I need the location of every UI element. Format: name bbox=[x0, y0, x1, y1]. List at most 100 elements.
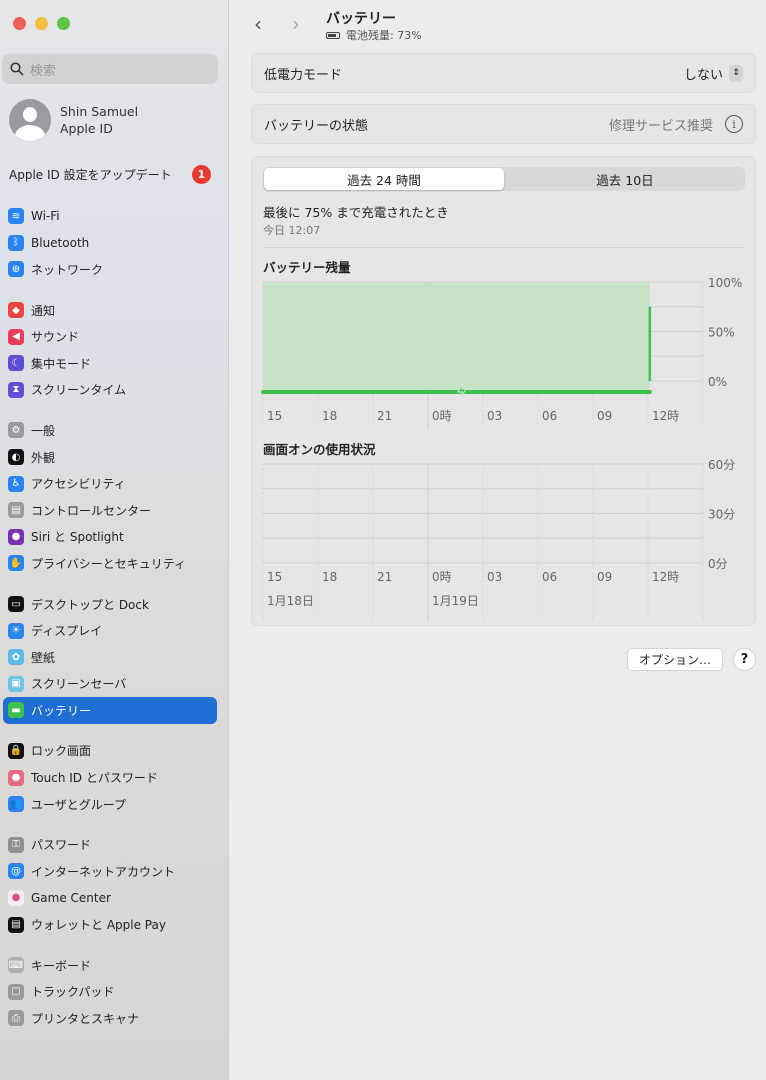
speaker-icon: ◀ bbox=[8, 328, 24, 345]
sidebar-item-label: 集中モード bbox=[31, 356, 92, 371]
sidebar-item[interactable]: ◀ サウンド bbox=[3, 323, 217, 350]
search-placeholder: 検索 bbox=[30, 63, 57, 79]
hand-icon: ✋ bbox=[8, 555, 24, 572]
sidebar-item[interactable]: ⚿ パスワード bbox=[3, 831, 217, 858]
sidebar-item[interactable]: ▣ スクリーンセーバ bbox=[3, 671, 217, 698]
sidebar-item[interactable]: 👥 ユーザとグループ bbox=[3, 791, 217, 818]
sidebar-item[interactable]: ♿ アクセシビリティ bbox=[3, 470, 217, 497]
info-icon[interactable]: i bbox=[725, 115, 743, 133]
sidebar-item[interactable]: ᛒ Bluetooth bbox=[3, 230, 217, 257]
chart-title: 画面オンの使用状況 bbox=[263, 442, 376, 457]
sidebar-item[interactable]: ▢ トラックパッド bbox=[3, 978, 217, 1005]
game-center-icon: ● bbox=[8, 889, 24, 906]
sidebar-item[interactable]: ☾ 集中モード bbox=[3, 350, 217, 377]
sidebar-item[interactable]: ⎙ プリンタとスキャナ bbox=[3, 1005, 217, 1032]
sidebar-item-label: キーボード bbox=[31, 958, 92, 973]
sidebar-item[interactable]: ◆ 通知 bbox=[3, 297, 217, 324]
notification-badge: 1 bbox=[192, 165, 211, 184]
battery-level-area bbox=[263, 282, 650, 392]
printer-icon: ⎙ bbox=[8, 1010, 24, 1027]
sidebar: 検索 Shin Samuel Apple ID Apple ID 設定をアップデー… bbox=[0, 0, 229, 1080]
sidebar-item-label: バッテリー bbox=[31, 703, 92, 718]
low-power-mode-row: 低電力モード しない ⇕ bbox=[251, 53, 756, 93]
lock-icon: 🔒 bbox=[8, 742, 24, 759]
battery-icon bbox=[326, 31, 340, 39]
x-tick-label: 12時 bbox=[652, 570, 679, 584]
x-tick-label: 09 bbox=[597, 409, 612, 423]
sidebar-item-label: Siri と Spotlight bbox=[31, 530, 124, 545]
sidebar-item[interactable]: @ インターネットアカウント bbox=[3, 858, 217, 885]
sidebar-item[interactable]: ☀ ディスプレイ bbox=[3, 617, 217, 644]
wallet-icon: ▤ bbox=[8, 916, 24, 933]
low-power-label: 低電力モード bbox=[264, 67, 343, 83]
sidebar-item-label: Touch ID とパスワード bbox=[31, 771, 158, 786]
y-tick-label: 0% bbox=[708, 375, 727, 389]
wallpaper-icon: ✿ bbox=[8, 649, 24, 666]
sidebar-item[interactable]: ▬ バッテリー bbox=[3, 697, 217, 724]
sidebar-item-label: スクリーンタイム bbox=[31, 383, 127, 398]
sidebar-item[interactable]: ⊕ ネットワーク bbox=[3, 256, 217, 283]
date-label: 1月19日 bbox=[432, 594, 479, 608]
chart-title: バッテリー残量 bbox=[263, 260, 351, 275]
sidebar-group: ⌨ キーボード ▢ トラックパッド ⎙ プリンタとスキャナ bbox=[3, 952, 217, 1032]
appearance-icon: ◐ bbox=[8, 449, 24, 466]
y-tick-label: 30分 bbox=[708, 508, 735, 522]
usage-history-card: 過去 24 時間 過去 10日 最後に 75% まで充電されたとき 今日 12:… bbox=[251, 156, 756, 626]
wifi-icon: ≋ bbox=[8, 208, 24, 225]
x-tick-label: 15 bbox=[267, 570, 282, 584]
sidebar-item[interactable]: ✿ 壁紙 bbox=[3, 644, 217, 671]
sidebar-item-label: 外観 bbox=[31, 450, 56, 465]
hourglass-icon: ⧗ bbox=[8, 381, 24, 398]
sidebar-item-label: スクリーンセーバ bbox=[31, 677, 127, 692]
forward-button[interactable]: › bbox=[292, 12, 300, 36]
close-button[interactable] bbox=[13, 17, 26, 30]
sidebar-item[interactable]: ● Game Center bbox=[3, 885, 217, 912]
sidebar-group: ◆ 通知 ◀ サウンド ☾ 集中モード ⧗ スクリーンタイム bbox=[3, 297, 217, 403]
apple-id-account[interactable]: Shin Samuel Apple ID bbox=[9, 99, 138, 141]
moon-icon: ☾ bbox=[8, 355, 24, 372]
sidebar-group: ≋ Wi-Fi ᛒ Bluetooth ⊕ ネットワーク bbox=[3, 203, 217, 283]
sidebar-item[interactable]: ● Touch ID とパスワード bbox=[3, 764, 217, 791]
main-pane: ‹ › バッテリー 電池残量: 73% 低電力モード しない ⇕ バッテリーの状態… bbox=[230, 0, 766, 1080]
sidebar-item[interactable]: ◐ 外観 bbox=[3, 444, 217, 471]
help-button[interactable]: ? bbox=[733, 648, 756, 671]
sidebar-item[interactable]: ▤ コントロールセンター bbox=[3, 497, 217, 524]
chevron-updown-icon: ⇕ bbox=[729, 64, 743, 82]
options-button[interactable]: オプション… bbox=[627, 648, 723, 671]
sidebar-nav: ≋ Wi-Fi ᛒ Bluetooth ⊕ ネットワーク ◆ 通知 ◀ サウンド ☾ 集中モード ⧗ スク… bbox=[3, 203, 217, 1046]
battery-icon: ▬ bbox=[8, 702, 24, 719]
minimize-button[interactable] bbox=[35, 17, 48, 30]
x-tick-label: 21 bbox=[377, 409, 392, 423]
sidebar-item-label: Game Center bbox=[31, 890, 111, 905]
sidebar-item[interactable]: ● Siri と Spotlight bbox=[3, 524, 217, 551]
last-charge-label: 最後に 75% まで充電されたとき bbox=[263, 205, 449, 220]
sidebar-item[interactable]: ✋ プライバシーとセキュリティ bbox=[3, 550, 217, 577]
x-tick-label: 03 bbox=[487, 570, 502, 584]
sidebar-item[interactable]: ⌨ キーボード bbox=[3, 952, 217, 979]
sidebar-item-label: ロック画面 bbox=[31, 744, 92, 759]
sidebar-item-label: プライバシーとセキュリティ bbox=[31, 556, 187, 571]
sidebar-item-label: ユーザとグループ bbox=[31, 797, 127, 812]
sidebar-item[interactable]: ▭ デスクトップと Dock bbox=[3, 591, 217, 618]
zoom-button[interactable] bbox=[57, 17, 70, 30]
page-title: バッテリー bbox=[326, 11, 396, 27]
tab-24-hours[interactable]: 過去 24 時間 bbox=[264, 168, 504, 190]
sidebar-item-label: インターネットアカウント bbox=[31, 864, 176, 879]
back-button[interactable]: ‹ bbox=[254, 12, 262, 36]
tab-10-days[interactable]: 過去 10日 bbox=[505, 167, 745, 191]
sidebar-group: ⚙ 一般 ◐ 外観 ♿ アクセシビリティ ▤ コントロールセンター ● Siri と Spotli… bbox=[3, 417, 217, 577]
low-power-select[interactable]: しない ⇕ bbox=[684, 64, 743, 83]
update-label: Apple ID 設定をアップデート bbox=[9, 168, 172, 182]
search-input[interactable]: 検索 bbox=[2, 54, 218, 84]
x-tick-label: 15 bbox=[267, 409, 282, 423]
sidebar-item[interactable]: ≋ Wi-Fi bbox=[3, 203, 217, 230]
apple-id-update[interactable]: Apple ID 設定をアップデート 1 bbox=[9, 165, 211, 184]
sidebar-item[interactable]: ⚙ 一般 bbox=[3, 417, 217, 444]
sidebar-item[interactable]: 🔒 ロック画面 bbox=[3, 738, 217, 765]
sidebar-item[interactable]: ▤ ウォレットと Apple Pay bbox=[3, 911, 217, 938]
sidebar-item-label: サウンド bbox=[31, 330, 80, 345]
search-icon bbox=[10, 62, 24, 76]
sidebar-item[interactable]: ⧗ スクリーンタイム bbox=[3, 377, 217, 404]
date-label: 1月18日 bbox=[267, 594, 314, 608]
x-tick-label: 03 bbox=[487, 409, 502, 423]
